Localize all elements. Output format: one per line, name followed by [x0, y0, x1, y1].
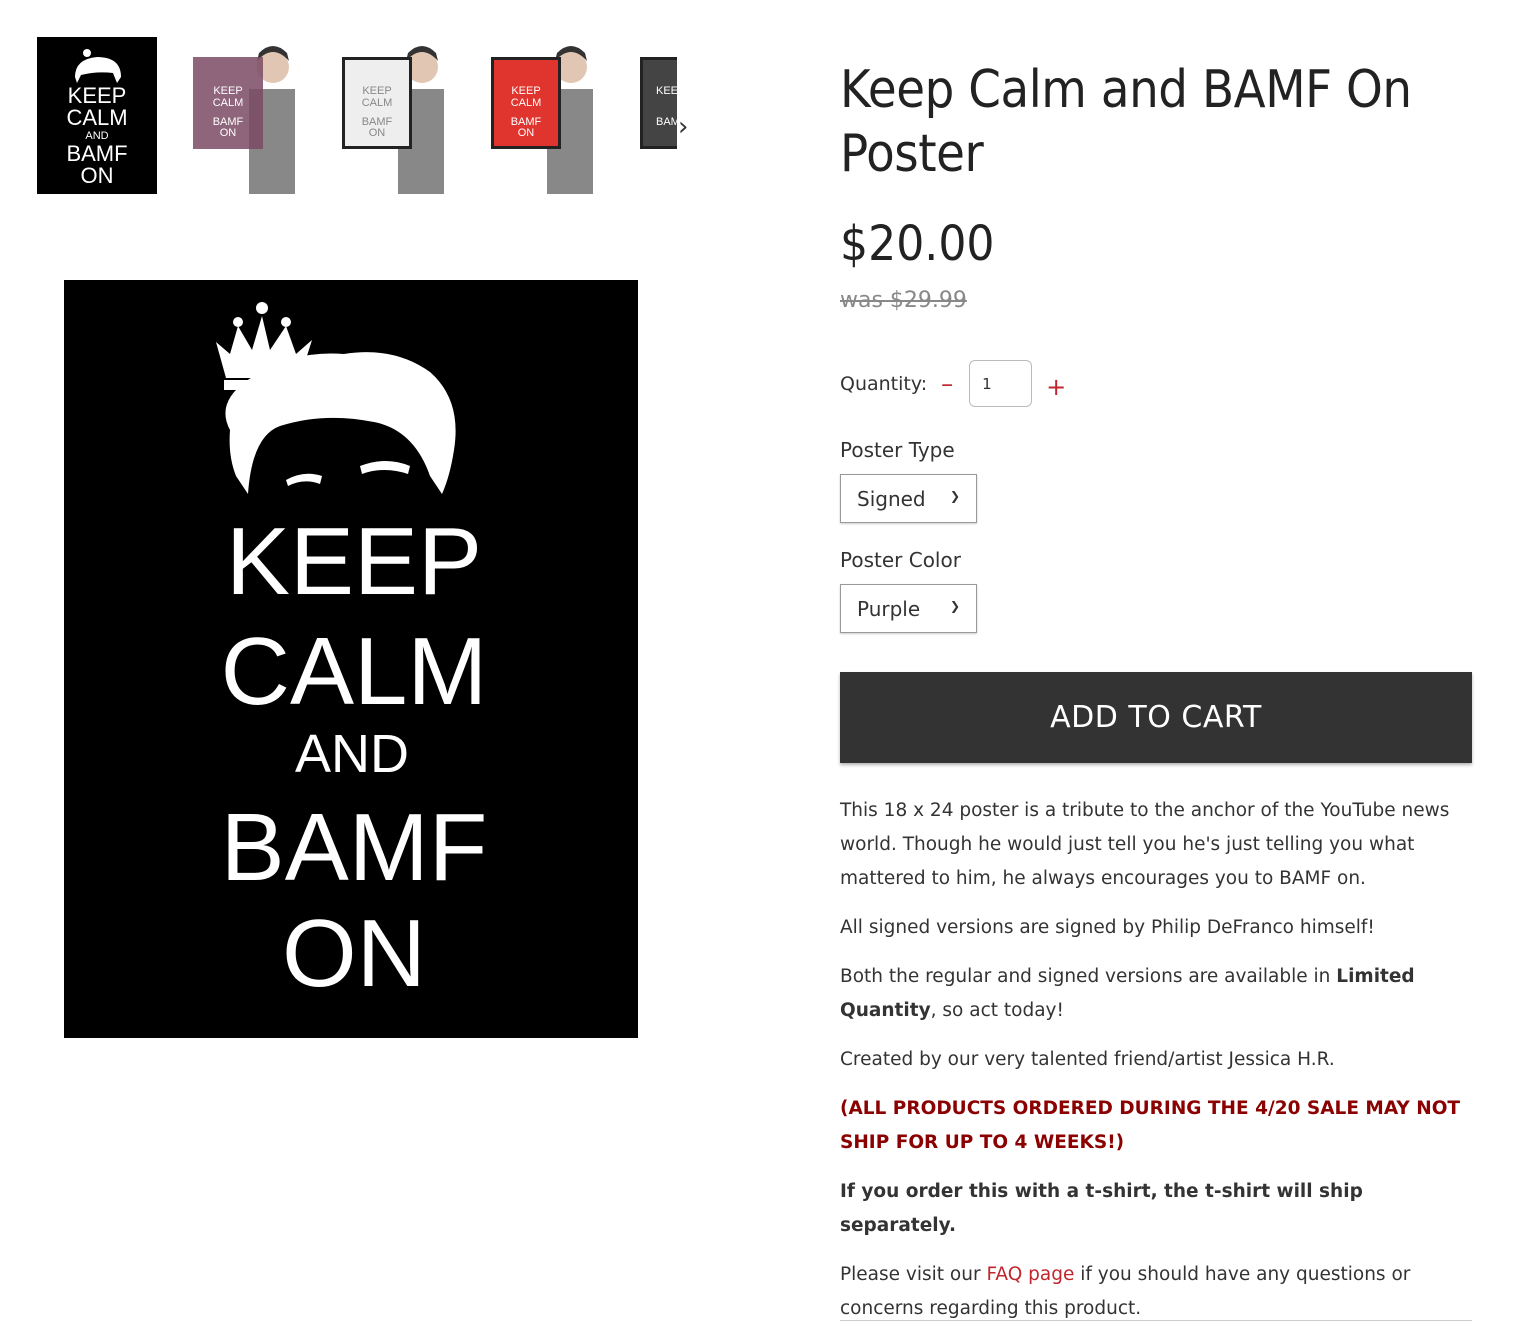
thumb2-on: ON	[220, 127, 237, 139]
quantity-input[interactable]	[969, 360, 1033, 407]
chevron-down-icon: ❯	[949, 489, 960, 503]
thumb3-calm: CALM	[362, 97, 393, 109]
description-paragraph-1: This 18 x 24 poster is a tribute to the …	[840, 800, 1450, 889]
thumbnail-5[interactable]: KEEP BAMF	[634, 37, 677, 194]
faq-link[interactable]: FAQ page	[986, 1264, 1074, 1285]
quantity-row: Quantity: – +	[840, 360, 1066, 407]
poster-line-keep: KEEP	[226, 508, 482, 615]
product-title: Keep Calm and BAMF On Poster	[840, 60, 1412, 184]
thumb5-keep: KEEP	[656, 85, 677, 97]
thumbnail-2-image: KEEP CALM BAMF ON	[193, 46, 295, 194]
faq-text-before: Please visit our	[840, 1264, 987, 1285]
description-p3-text: Both the regular and signed versions are…	[840, 966, 1337, 987]
thumbnail-next-arrow-icon[interactable]: ›	[678, 112, 688, 142]
quantity-decrease-button[interactable]: –	[941, 370, 953, 398]
shipping-warning: (ALL PRODUCTS ORDERED DURING THE 4/20 SA…	[840, 1098, 1461, 1153]
poster-type-value: Signed	[857, 486, 926, 511]
thumb3-on: ON	[369, 127, 386, 139]
description-p3-tail: , so act today!	[930, 1000, 1064, 1021]
product-info: Keep Calm and BAMF On Poster $20.00 was …	[840, 40, 1472, 1321]
thumb4-on: ON	[518, 127, 535, 139]
add-to-cart-button[interactable]: ADD TO CART	[840, 672, 1472, 763]
product-price: $20.00	[840, 216, 995, 272]
thumb2-keep: KEEP	[213, 85, 242, 97]
thumb-line-2: CALM	[66, 105, 127, 130]
thumbnail-strip: KEEP CALM AND BAMF ON KEEP CALM BAMF ON …	[37, 37, 677, 194]
thumb3-keep: KEEP	[362, 85, 391, 97]
main-product-image: KEEP CALM AND BAMF ON	[64, 280, 638, 1038]
thumb-line-5: ON	[81, 163, 114, 188]
description-paragraph-2: All signed versions are signed by Philip…	[840, 917, 1375, 938]
poster-color-value: Purple	[857, 596, 921, 621]
thumbnail-4[interactable]: KEEP CALM BAMF ON	[485, 37, 605, 194]
poster-color-label: Poster Color	[840, 548, 961, 572]
description-paragraph-3: Both the regular and signed versions are…	[840, 960, 1472, 1028]
poster-line-on: ON	[282, 900, 426, 1007]
poster-line-and: AND	[295, 724, 409, 784]
quantity-label: Quantity:	[840, 372, 928, 395]
poster-line-bamf: BAMF	[221, 794, 488, 901]
chevron-down-icon: ❯	[949, 599, 960, 613]
poster-line-calm: CALM	[221, 618, 488, 725]
thumbnail-1-image: KEEP CALM AND BAMF ON	[37, 37, 157, 194]
thumbnail-1[interactable]: KEEP CALM AND BAMF ON	[37, 37, 157, 194]
tshirt-note: If you order this with a t-shirt, the t-…	[840, 1181, 1363, 1236]
thumbnail-4-image: KEEP CALM BAMF ON	[491, 46, 593, 194]
description-paragraph-4: Created by our very talented friend/arti…	[840, 1049, 1335, 1070]
thumbnail-5-image: KEEP BAMF	[640, 57, 677, 149]
poster-type-select[interactable]: Signed ❯	[840, 474, 977, 523]
main-poster-art: KEEP CALM AND BAMF ON	[64, 280, 638, 1038]
quantity-increase-button[interactable]: +	[1046, 373, 1066, 401]
poster-type-label: Poster Type	[840, 438, 955, 462]
thumbnail-3[interactable]: KEEP CALM BAMF ON	[336, 37, 456, 194]
thumb5-bamf: BAMF	[656, 116, 677, 128]
thumbnail-2[interactable]: KEEP CALM BAMF ON	[187, 37, 307, 194]
divider	[840, 1320, 1472, 1321]
original-price: was $29.99	[840, 288, 967, 313]
poster-color-select[interactable]: Purple ❯	[840, 584, 977, 633]
thumbnail-3-image: KEEP CALM BAMF ON	[342, 46, 444, 194]
thumb2-calm: CALM	[213, 97, 244, 109]
thumb4-calm: CALM	[511, 97, 542, 109]
product-description: This 18 x 24 poster is a tribute to the …	[840, 794, 1472, 1341]
faq-paragraph: Please visit our FAQ page if you should …	[840, 1258, 1472, 1326]
thumb4-keep: KEEP	[511, 85, 540, 97]
